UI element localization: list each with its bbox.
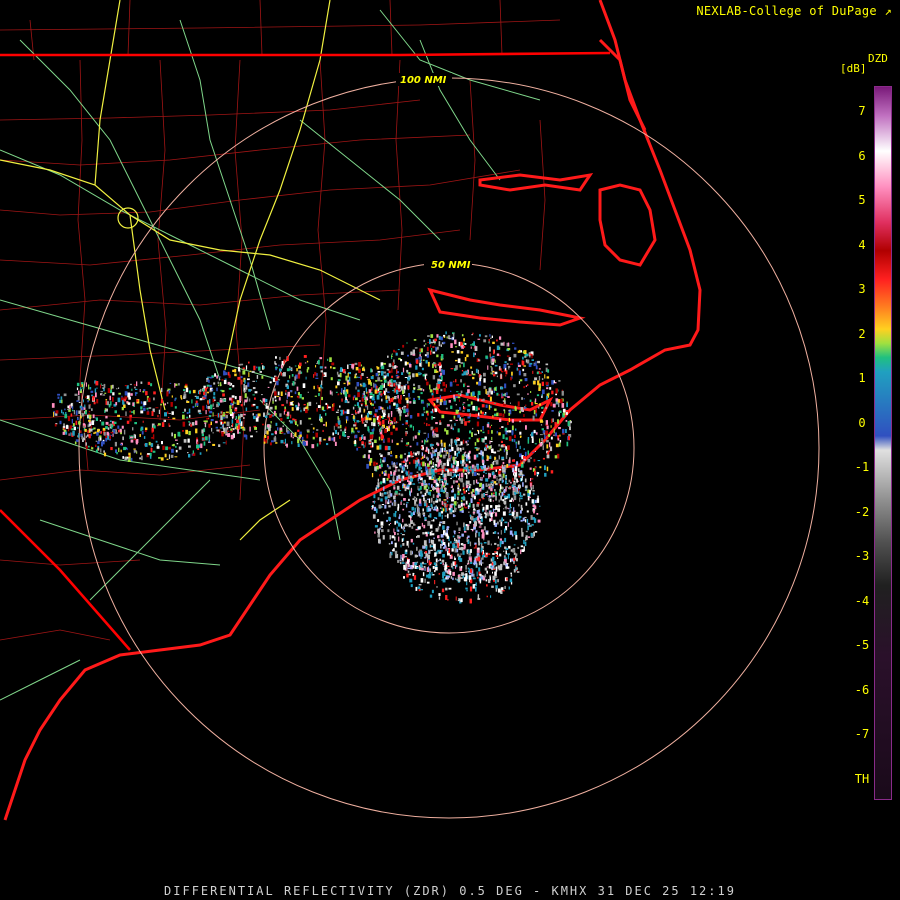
radar-map: 50 NMI 100 NMI <box>0 0 900 900</box>
color-legend-bar <box>874 86 892 800</box>
legend-tick-label: -7 <box>854 727 870 741</box>
legend-tick-label: 4 <box>858 237 866 252</box>
legend-tick-label: -6 <box>854 682 870 697</box>
ring-label-100nmi: 100 NMI <box>400 75 447 86</box>
legend-tick-label: -3 <box>854 549 870 563</box>
legend-tick-label: 2 <box>858 326 866 341</box>
corner-icon: ↗ <box>884 4 892 18</box>
legend-tick-label: -1 <box>854 460 870 474</box>
legend-tick-label: -5 <box>854 638 870 652</box>
credit-label: NEXLAB-College of DuPage ↗ <box>696 4 892 18</box>
legend-tick-label: TH <box>854 771 870 786</box>
legend-tick-label: -4 <box>854 593 870 608</box>
credit-text: NEXLAB-College of DuPage <box>696 4 877 18</box>
legend-tick-label: 1 <box>858 371 866 385</box>
legend-tick-label: 5 <box>858 193 866 207</box>
legend-tick-label: 7 <box>858 104 866 118</box>
legend-product: DZD <box>868 52 888 65</box>
legend-tick-label: 0 <box>858 415 866 430</box>
legend-tick-label: 6 <box>858 148 866 163</box>
legend-tick-label: 3 <box>858 282 866 296</box>
ring-label-50nmi: 50 NMI <box>431 260 471 271</box>
product-title: DIFFERENTIAL REFLECTIVITY (ZDR) 0.5 DEG … <box>164 884 736 898</box>
legend-tick-label: -2 <box>854 504 870 519</box>
legend-unit: [dB] <box>840 62 867 75</box>
